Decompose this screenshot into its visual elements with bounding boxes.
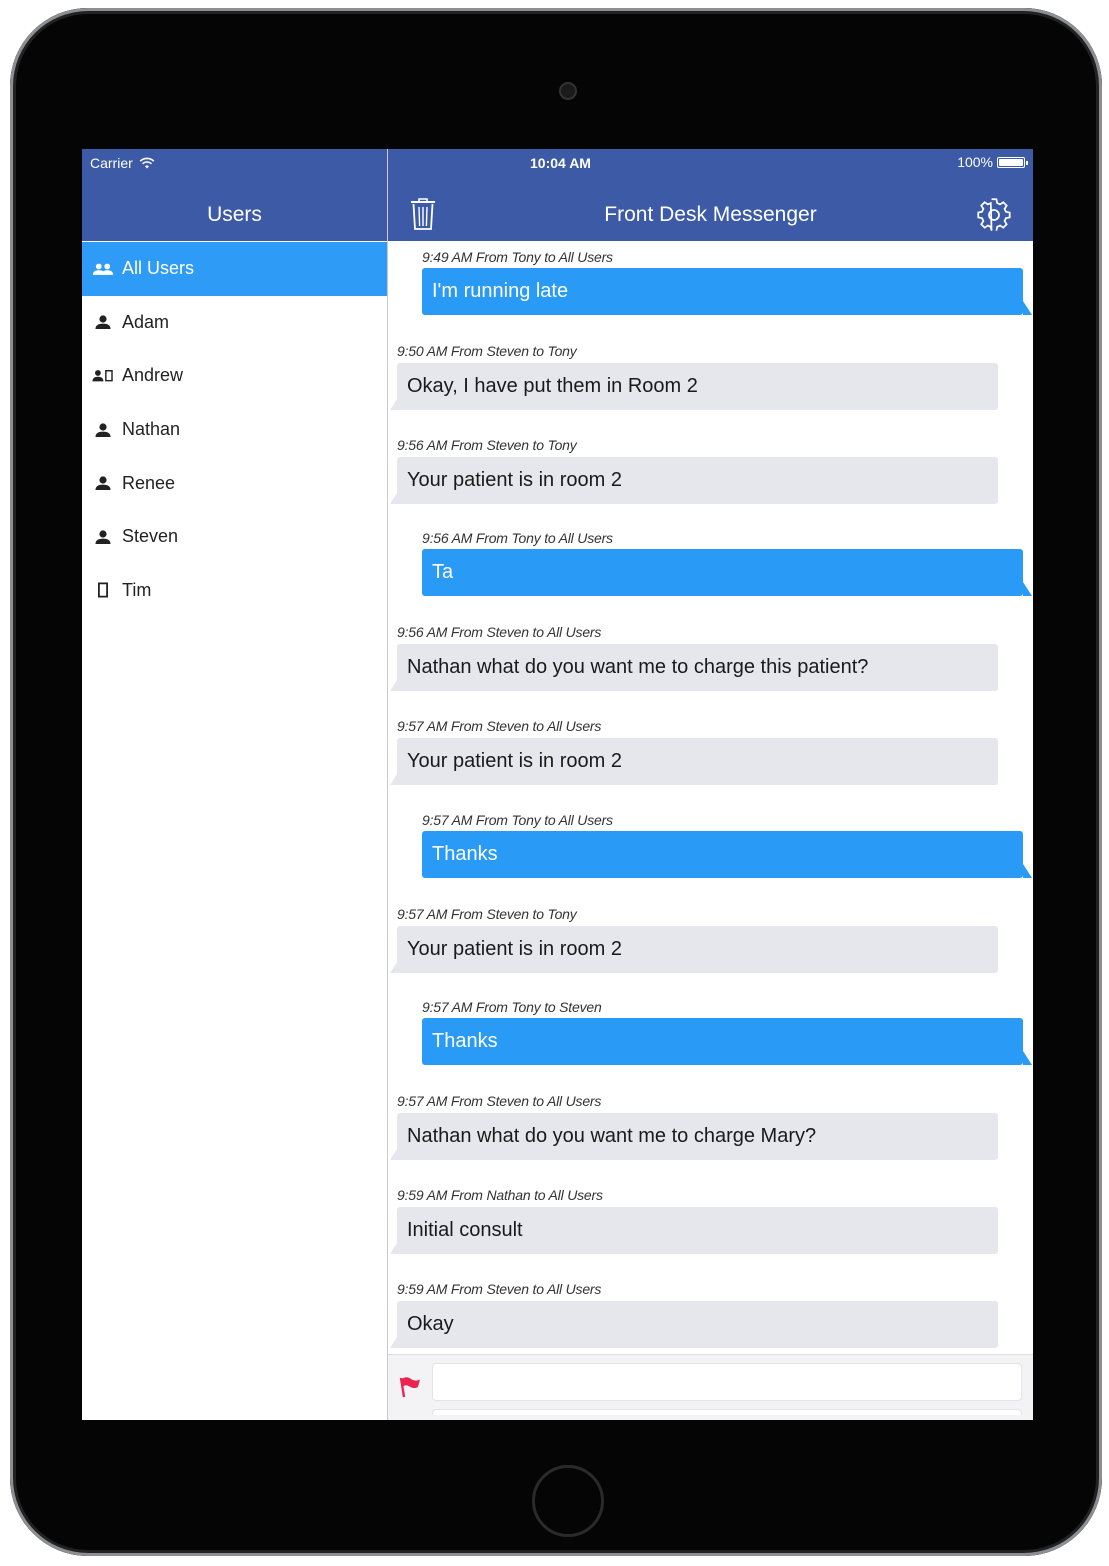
message-meta: 9:57 AM From Steven to All Users: [397, 718, 602, 734]
message-meta: 9:57 AM From Tony to Steven: [422, 999, 602, 1016]
incoming-message[interactable]: 9:56 AM From Steven to All Users Nathan w…: [388, 617, 1033, 711]
sidebar-item-label: Adam: [122, 311, 170, 332]
message-meta: 9:57 AM From Steven to All Users: [397, 1093, 602, 1110]
sidebar-item-label: Andrew: [122, 365, 184, 386]
bubble-tail: [1023, 582, 1032, 597]
wifi-icon: [139, 157, 155, 169]
incoming-message[interactable]: 9:56 AM From Steven to Tony Your patient …: [388, 430, 1033, 524]
sidebar-item-label: All Users: [122, 258, 195, 279]
tablet-icon: [92, 581, 114, 599]
message-input[interactable]: [432, 1363, 1022, 1401]
status-time: 10:04 AM: [530, 155, 591, 171]
outgoing-message[interactable]: 9:57 AM From Tony to Steven Thanks: [388, 992, 1033, 1086]
sidebar-item-tim[interactable]: Tim: [82, 564, 387, 618]
message-bubble: Nathan what do you want me to charge thi…: [397, 644, 998, 692]
message-bubble: Ta: [422, 549, 1023, 597]
user-list: All Users Adam Andrew Nathan Renee Steven Tim: [82, 242, 387, 617]
message-bubble: Initial consult: [397, 1207, 998, 1254]
message-meta: 9:56 AM From Tony to All Users: [422, 530, 613, 547]
message-meta: 9:56 AM From Steven to Tony: [397, 436, 577, 453]
page-title: Front Desk Messenger: [604, 203, 817, 226]
message-list[interactable]: 9:49 AM From Tony to All Users I'm runnin…: [388, 242, 1033, 1354]
message-meta: 9:57 AM From Steven to Tony: [397, 905, 577, 922]
messenger-panel: 10:04 AM 100% Front Desk Messenger 9:49 …: [388, 149, 1033, 1420]
settings-button[interactable]: [977, 198, 1011, 232]
incoming-message[interactable]: 9:57 AM From Steven to All Users Nathan w…: [388, 1086, 1033, 1180]
message-bubble: Your patient is in room 2: [397, 738, 998, 785]
person-icon: [92, 528, 114, 546]
incoming-message[interactable]: 9:59 AM From Steven to All Users Okay: [388, 1274, 1033, 1354]
message-bubble: Thanks: [422, 830, 1023, 878]
message-meta: 9:59 AM From Nathan to All Users: [397, 1187, 603, 1203]
bubble-tail: [1023, 1051, 1032, 1066]
sidebar-item-label: Steven: [122, 526, 179, 547]
person-icon: [92, 421, 114, 439]
status-battery: 100%: [957, 154, 1028, 170]
sidebar-title: Users: [207, 203, 262, 226]
message-bubble: Okay, I have put them in Room 2: [397, 362, 998, 410]
messenger-header: 10:04 AM 100% Front Desk Messenger: [388, 149, 1033, 241]
sidebar-item-steven[interactable]: Steven: [82, 510, 387, 564]
incoming-message[interactable]: 9:57 AM From Steven to Tony Your patient …: [388, 899, 1033, 993]
home-button[interactable]: [532, 1465, 604, 1537]
message-meta: 9:57 AM From Tony to All Users: [422, 811, 613, 828]
incoming-message[interactable]: 9:50 AM From Steven to Tony Okay, I have …: [388, 336, 1033, 430]
message-meta: 9:59 AM From Steven to All Users: [397, 1280, 602, 1297]
battery-percent: 100%: [957, 154, 993, 170]
sidebar-item-all-users[interactable]: All Users: [82, 242, 387, 296]
sidebar-item-andrew[interactable]: Andrew: [82, 349, 387, 403]
compose-bar: [388, 1354, 1033, 1420]
person-icon: [92, 474, 114, 492]
sidebar-item-label: Tim: [122, 579, 152, 600]
users-sidebar: Carrier Users All Users Adam Andrew Nathan R…: [82, 149, 388, 1420]
outgoing-message[interactable]: 9:56 AM From Tony to All Users Ta: [388, 523, 1033, 617]
outgoing-message[interactable]: 9:49 AM From Tony to All Users I'm runnin…: [388, 242, 1033, 336]
incoming-message[interactable]: 9:57 AM From Steven to All Users Your pat…: [388, 711, 1033, 805]
message-meta: 9:50 AM From Steven to Tony: [397, 342, 577, 359]
message-bubble: Nathan what do you want me to charge Mar…: [397, 1113, 998, 1161]
message-bubble: Thanks: [422, 1018, 1023, 1066]
compose-secondary-field: [432, 1409, 1022, 1415]
outgoing-message[interactable]: 9:57 AM From Tony to All Users Thanks: [388, 805, 1033, 899]
sidebar-item-nathan[interactable]: Nathan: [82, 403, 387, 457]
bubble-tail: [1023, 863, 1032, 878]
person-icon: [92, 313, 114, 331]
sidebar-item-label: Renee: [122, 472, 176, 493]
status-carrier: Carrier: [90, 155, 155, 171]
flag-icon: [399, 1377, 420, 1398]
message-bubble: Your patient is in room 2: [397, 925, 998, 973]
sidebar-item-label: Nathan: [122, 419, 181, 440]
carrier-label: Carrier: [90, 155, 133, 171]
front-camera: [559, 82, 577, 100]
sidebar-item-adam[interactable]: Adam: [82, 296, 387, 350]
gear-icon: [977, 198, 1011, 231]
message-meta: 9:56 AM From Steven to All Users: [397, 624, 602, 641]
group-icon: [92, 260, 114, 278]
app-screen: Carrier Users All Users Adam Andrew Nathan R…: [82, 149, 1033, 1420]
bubble-tail: [1023, 301, 1032, 315]
message-bubble: Your patient is in room 2: [397, 456, 998, 504]
battery-icon: [997, 156, 1028, 168]
message-meta: 9:49 AM From Tony to All Users: [422, 249, 613, 265]
flag-button[interactable]: [398, 1375, 422, 1399]
sidebar-item-renee[interactable]: Renee: [82, 456, 387, 510]
sidebar-header: Carrier Users: [82, 149, 387, 241]
incoming-message[interactable]: 9:59 AM From Nathan to All Users Initial …: [388, 1180, 1033, 1274]
message-bubble: Okay: [397, 1300, 998, 1348]
message-bubble: I'm running late: [422, 268, 1023, 315]
person-tablet-icon: [92, 367, 114, 385]
